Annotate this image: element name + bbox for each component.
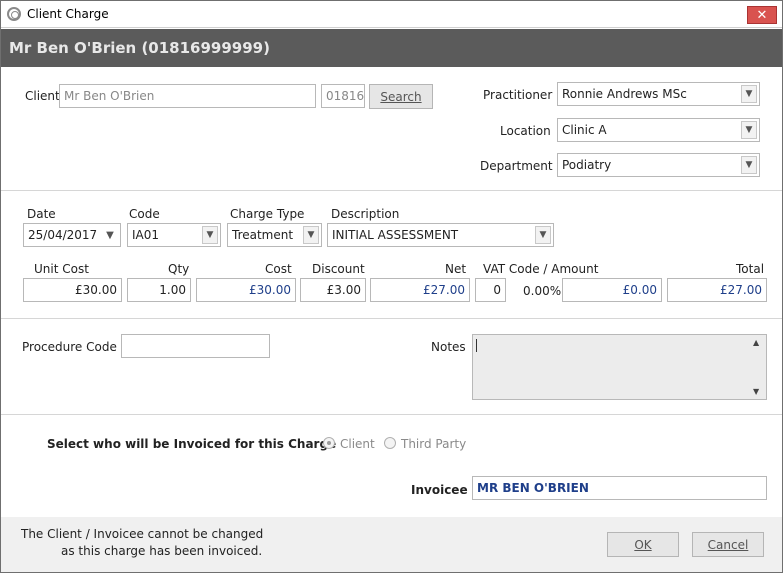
description-label: Description (331, 207, 400, 221)
department-select[interactable]: Podiatry ▼ (557, 153, 760, 177)
chevron-down-icon[interactable]: ▼ (741, 156, 757, 174)
chevron-down-icon[interactable]: ▼ (741, 85, 757, 103)
invoicee-field: MR BEN O'BRIEN (472, 476, 767, 500)
cancel-button[interactable]: Cancel (692, 532, 764, 557)
code-select[interactable]: IA01 ▼ (127, 223, 221, 247)
close-icon: ✕ (756, 7, 768, 23)
radio-third-party-label[interactable]: Third Party (401, 437, 466, 451)
radio-third-party[interactable] (384, 437, 396, 449)
calendar-dropdown-icon[interactable]: ▼ (102, 226, 118, 244)
notes-scrollbar[interactable]: ▲ ▼ (750, 335, 766, 399)
window-title: Client Charge (27, 7, 109, 21)
radio-client-label[interactable]: Client (340, 437, 375, 451)
notes-textarea[interactable]: ▲ ▼ (472, 334, 767, 400)
department-value: Podiatry (562, 158, 612, 172)
location-value: Clinic A (562, 123, 607, 137)
unit-cost-label: Unit Cost (34, 262, 89, 276)
date-picker[interactable]: 25/04/2017 ▼ (23, 223, 121, 247)
footer-message-line2: as this charge has been invoiced. (61, 544, 263, 558)
vat-amount-field: £0.00 (562, 278, 662, 302)
qty-label: Qty (168, 262, 190, 276)
code-value: IA01 (132, 228, 160, 242)
total-label: Total (736, 262, 765, 276)
text-caret (476, 339, 477, 352)
cost-label: Cost (265, 262, 292, 276)
client-name-field[interactable]: Mr Ben O'Brien (59, 84, 316, 108)
vat-rate: 0.00% (523, 284, 562, 298)
app-icon (7, 7, 21, 21)
client-charge-window: Client Charge ✕ Mr Ben O'Brien (01816999… (0, 0, 783, 573)
title-bar: Client Charge ✕ (1, 1, 782, 28)
client-code-field[interactable]: 01816 (321, 84, 365, 108)
total-field: £27.00 (667, 278, 767, 302)
description-select[interactable]: INITIAL ASSESSMENT ▼ (327, 223, 554, 247)
radio-client[interactable] (323, 437, 335, 449)
location-label: Location (500, 124, 551, 138)
client-label: Client (25, 89, 60, 103)
invoice-question: Select who will be Invoiced for this Cha… (47, 437, 337, 451)
ok-button[interactable]: OK (607, 532, 679, 557)
vat-code-field[interactable]: 0 (475, 278, 506, 302)
net-field: £27.00 (370, 278, 470, 302)
practitioner-value: Ronnie Andrews MSc (562, 87, 687, 101)
scroll-down-icon[interactable]: ▼ (753, 387, 759, 396)
invoicee-label: Invoicee (411, 483, 468, 497)
charge-type-select[interactable]: Treatment ▼ (227, 223, 322, 247)
footer-bar: The Client / Invoicee cannot be changed … (1, 517, 782, 572)
chevron-down-icon[interactable]: ▼ (535, 226, 551, 244)
description-value: INITIAL ASSESSMENT (332, 228, 459, 242)
charge-type-value: Treatment (232, 228, 294, 242)
divider (1, 318, 782, 319)
cancel-button-label: Cancel (707, 537, 749, 552)
vat-label: VAT Code / Amount (483, 262, 599, 276)
charge-type-label: Charge Type (230, 207, 305, 221)
search-button[interactable]: Search (369, 84, 433, 109)
chevron-down-icon[interactable]: ▼ (303, 226, 319, 244)
close-button[interactable]: ✕ (747, 6, 777, 24)
unit-cost-field[interactable]: £30.00 (23, 278, 122, 302)
chevron-down-icon[interactable]: ▼ (202, 226, 218, 244)
notes-label: Notes (431, 340, 466, 354)
ok-button-label: OK (634, 537, 652, 552)
procedure-code-field[interactable] (121, 334, 270, 358)
divider (1, 414, 782, 415)
location-select[interactable]: Clinic A ▼ (557, 118, 760, 142)
date-value: 25/04/2017 (28, 228, 98, 242)
net-label: Net (445, 262, 467, 276)
discount-label: Discount (312, 262, 365, 276)
cost-field: £30.00 (196, 278, 296, 302)
search-button-label: Search (380, 89, 422, 104)
date-label: Date (27, 207, 56, 221)
practitioner-select[interactable]: Ronnie Andrews MSc ▼ (557, 82, 760, 106)
scroll-up-icon[interactable]: ▲ (753, 338, 759, 347)
client-banner: Mr Ben O'Brien (01816999999) (1, 29, 782, 67)
footer-message-line1: The Client / Invoicee cannot be changed (21, 527, 264, 541)
chevron-down-icon[interactable]: ▼ (741, 121, 757, 139)
practitioner-label: Practitioner (483, 88, 553, 102)
code-label: Code (129, 207, 160, 221)
divider (1, 190, 782, 191)
qty-field[interactable]: 1.00 (127, 278, 191, 302)
department-label: Department (480, 159, 553, 173)
discount-field[interactable]: £3.00 (300, 278, 366, 302)
procedure-code-label: Procedure Code (22, 340, 117, 354)
